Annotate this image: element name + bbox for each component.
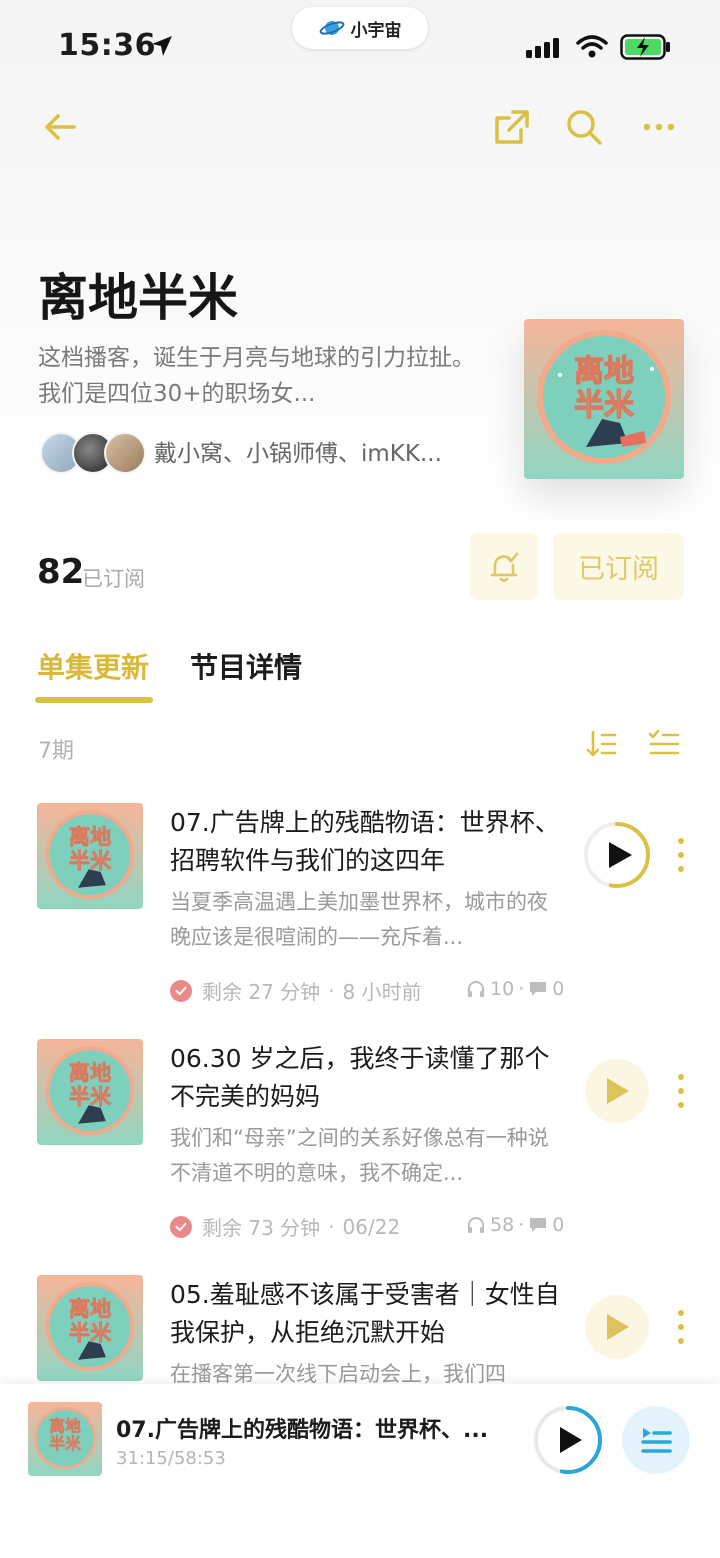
more-horizontal-icon xyxy=(643,123,675,131)
episode-more-button[interactable] xyxy=(675,1074,687,1108)
svg-text:离地: 离地 xyxy=(69,1296,111,1321)
multi-select-icon[interactable] xyxy=(648,728,680,760)
headphones-icon xyxy=(468,1217,484,1233)
comment-icon xyxy=(530,982,547,996)
episode-play-button[interactable] xyxy=(582,820,652,890)
subscriber-label: 已订阅 xyxy=(82,567,145,591)
episode-date: 06/22 xyxy=(342,1214,401,1239)
planet-icon xyxy=(319,21,344,35)
mini-player-cover[interactable]: 离地 半米 xyxy=(28,1402,102,1476)
playlist-icon xyxy=(641,1428,672,1453)
episode-count: 7期 xyxy=(38,739,74,764)
mini-player-title[interactable]: 07.广告牌上的残酷物语：世界杯、... xyxy=(116,1412,516,1444)
host-names[interactable]: 戴小窝、小锅师傅、imKK... xyxy=(154,434,442,468)
episode-cover[interactable]: 离地 半米 xyxy=(37,1039,143,1145)
location-arrow-icon xyxy=(152,36,172,56)
episode-title[interactable]: 05.羞耻感不该属于受害者｜女性自我保护，从拒绝沉默开始 xyxy=(170,1276,560,1352)
cover-text-line1: 离地 xyxy=(574,354,634,389)
podcast-cover: 离地 半米 xyxy=(524,319,684,479)
played-check-icon xyxy=(170,1215,192,1238)
episode-play-button[interactable] xyxy=(585,1295,649,1359)
comment-icon xyxy=(530,1218,547,1232)
bell-check-icon xyxy=(490,552,519,582)
search-button[interactable] xyxy=(560,103,608,151)
episode-stats: 10 · 0 xyxy=(466,978,564,1000)
stat-separator: · xyxy=(518,1214,525,1236)
episode-cover[interactable]: 离地 半米 xyxy=(37,1275,143,1381)
svg-text:离地: 离地 xyxy=(69,824,111,849)
play-icon xyxy=(607,1314,629,1340)
svg-text:半米: 半米 xyxy=(69,1320,112,1345)
notification-button[interactable] xyxy=(470,533,538,600)
tab-indicator xyxy=(35,697,153,703)
episode-remaining: 剩余 27 分钟 xyxy=(202,980,321,1004)
tab-details[interactable]: 节目详情 xyxy=(190,646,302,686)
progress-ring xyxy=(584,822,650,888)
episode-meta: 剩余 73 分钟 · 06/22 xyxy=(170,1212,400,1241)
subscribed-button[interactable]: 已订阅 xyxy=(553,533,684,600)
svg-text:半米: 半米 xyxy=(69,848,112,873)
svg-text:离地: 离地 xyxy=(49,1417,81,1436)
app-pill-label: 小宇宙 xyxy=(350,20,402,41)
listen-count: 58 xyxy=(490,1214,515,1236)
more-button[interactable] xyxy=(635,103,683,151)
back-arrow-icon xyxy=(45,114,76,140)
episode-title[interactable]: 07.广告牌上的残酷物语：世界杯、招聘软件与我们的这四年 xyxy=(170,804,560,880)
headphones-icon xyxy=(468,981,484,997)
meta-separator: · xyxy=(328,978,335,1003)
stat-separator: · xyxy=(518,978,525,1000)
episode-play-button[interactable] xyxy=(585,1059,649,1123)
app-pill[interactable]: 小宇宙 xyxy=(292,7,428,49)
episode-title[interactable]: 06.30 岁之后，我终于读懂了那个不完美的妈妈 xyxy=(170,1040,560,1116)
mini-player-time: 31:15/58:53 xyxy=(116,1448,226,1469)
search-icon xyxy=(567,110,602,145)
episode-description[interactable]: 当夏季高温遇上美加墨世界杯，城市的夜晚应该是很喧闹的——充斥着... xyxy=(170,885,560,955)
episode-date: 8 小时前 xyxy=(342,980,422,1004)
play-icon xyxy=(607,1078,629,1104)
episode-remaining: 剩余 73 分钟 xyxy=(202,1216,321,1240)
status-time: 15:36 xyxy=(58,28,156,63)
svg-text:半米: 半米 xyxy=(49,1434,81,1453)
mini-player[interactable]: 离地 半米 07.广告牌上的残酷物语：世界杯、... 31:15/58:53 xyxy=(0,1384,720,1558)
cellular-signal-icon xyxy=(526,38,559,58)
avatar xyxy=(104,432,146,474)
tab-episodes[interactable]: 单集更新 xyxy=(37,646,149,686)
share-icon xyxy=(495,110,529,144)
episode-meta: 剩余 27 分钟 · 8 小时前 xyxy=(170,976,422,1005)
episode-description[interactable]: 我们和“母亲”之间的关系好像总有一种说不清道不明的意味，我不确定... xyxy=(170,1121,560,1191)
mini-player-play-button[interactable] xyxy=(532,1404,604,1480)
comment-count: 0 xyxy=(552,1214,565,1236)
listen-count: 10 xyxy=(490,978,515,1000)
episode-stats: 58 · 0 xyxy=(466,1214,564,1236)
battery-charging-icon xyxy=(620,34,670,60)
back-button[interactable] xyxy=(36,103,84,151)
podcast-title: 离地半米 xyxy=(38,269,238,327)
podcast-description[interactable]: 这档播客，诞生于月亮与地球的引力拉扯。 我们是四位30+的职场女... xyxy=(38,340,478,412)
episode-more-button[interactable] xyxy=(675,1310,687,1344)
played-check-icon xyxy=(170,979,192,1002)
playlist-button[interactable] xyxy=(622,1406,690,1474)
comment-count: 0 xyxy=(552,978,565,1000)
cover-text-line2: 半米 xyxy=(574,388,634,423)
host-avatars[interactable] xyxy=(40,432,146,474)
subscriber-count: 82 xyxy=(37,552,85,592)
svg-text:半米: 半米 xyxy=(69,1084,112,1109)
svg-text:离地: 离地 xyxy=(69,1060,111,1085)
episode-cover[interactable]: 离地 半米 xyxy=(37,803,143,909)
share-button[interactable] xyxy=(488,103,536,151)
wifi-icon xyxy=(576,35,608,58)
meta-separator: · xyxy=(328,1214,335,1239)
sort-icon[interactable] xyxy=(585,728,617,760)
episode-more-button[interactable] xyxy=(675,838,687,872)
